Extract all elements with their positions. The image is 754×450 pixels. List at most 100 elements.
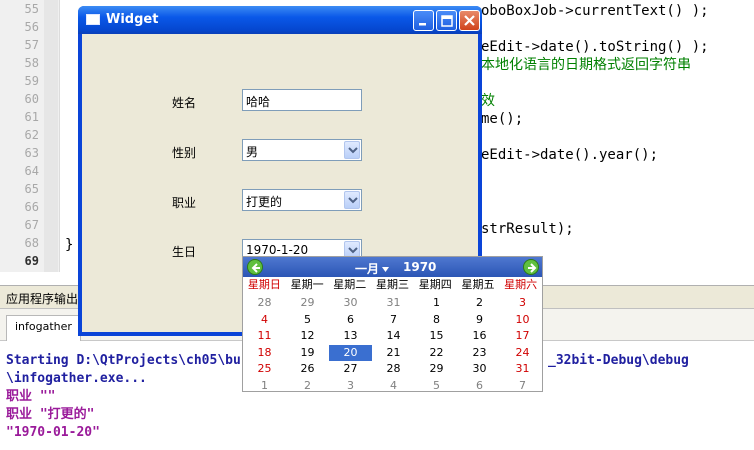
calendar-day[interactable]: 28: [243, 295, 286, 312]
window-icon: [86, 14, 100, 25]
calendar-navigation-bar: 一月 1970: [243, 257, 542, 277]
calendar-day[interactable]: 17: [501, 328, 544, 345]
calendar-day[interactable]: 30: [458, 361, 501, 378]
fold-strip: [44, 0, 58, 272]
weekday-label: 星期三: [376, 278, 410, 291]
calendar-day[interactable]: 5: [415, 378, 458, 395]
code-line: strResult);: [481, 221, 574, 237]
calendar-day[interactable]: 22: [415, 345, 458, 362]
calendar-day[interactable]: 5: [286, 312, 329, 329]
output-line: \infogather.exe...: [6, 371, 147, 386]
calendar-month-selector[interactable]: 一月: [355, 260, 379, 277]
job-combobox[interactable]: 打更的: [242, 189, 362, 211]
calendar-day[interactable]: 31: [501, 361, 544, 378]
calendar-day[interactable]: 1: [415, 295, 458, 312]
line-number: 68: [24, 236, 39, 250]
close-button[interactable]: [459, 10, 480, 31]
weekday-label: 星期日: [247, 278, 281, 291]
code-line: oboBoxJob->currentText() );: [481, 3, 709, 19]
calendar-day[interactable]: 19: [286, 345, 329, 362]
calendar-day[interactable]: 18: [243, 345, 286, 362]
birthday-date-value: 1970-1-20: [246, 243, 309, 257]
calendar-day[interactable]: 26: [286, 361, 329, 378]
birthday-label: 生日: [172, 245, 197, 259]
calendar-year-selector[interactable]: 1970: [403, 260, 436, 274]
line-number: 65: [24, 182, 39, 196]
calendar-day[interactable]: 1: [243, 378, 286, 395]
calendar-day[interactable]: 10: [501, 312, 544, 329]
month-dropdown-icon: [382, 267, 389, 272]
weekday-label: 星期六: [504, 278, 538, 291]
calendar-day-selected[interactable]: 20: [329, 344, 372, 361]
name-input-value: 哈哈: [246, 95, 271, 109]
calendar-day[interactable]: 4: [372, 378, 415, 395]
gender-dropdown-button[interactable]: [344, 141, 360, 159]
line-number: 67: [24, 218, 39, 232]
code-closing-brace: }: [65, 237, 74, 253]
maximize-button[interactable]: [436, 10, 457, 31]
code-line: eEdit->date().toString() );: [481, 39, 709, 55]
calendar-day[interactable]: 31: [372, 295, 415, 312]
next-month-button[interactable]: [523, 259, 539, 275]
calendar-day[interactable]: 6: [458, 378, 501, 395]
name-input[interactable]: 哈哈: [242, 89, 362, 111]
calendar-day[interactable]: 9: [458, 312, 501, 329]
previous-month-button[interactable]: [247, 259, 263, 275]
line-number-current: 69: [24, 254, 39, 268]
calendar-day[interactable]: 30: [329, 295, 372, 312]
minimize-button[interactable]: [413, 10, 434, 31]
calendar-day[interactable]: 3: [501, 295, 544, 312]
line-number: 60: [24, 92, 39, 106]
calendar-day[interactable]: 2: [286, 378, 329, 395]
gender-combobox[interactable]: 男: [242, 139, 362, 161]
line-number: 58: [24, 56, 39, 70]
calendar-week: 18 19 20 21 22 23 24: [243, 344, 544, 362]
calendar-day[interactable]: 6: [329, 312, 372, 329]
calendar-day[interactable]: 7: [372, 312, 415, 329]
line-number: 63: [24, 146, 39, 160]
calendar-weekday-header: 星期日 星期一 星期二 星期三 星期四 星期五 星期六: [243, 277, 542, 293]
calendar-day[interactable]: 3: [329, 378, 372, 395]
calendar-day[interactable]: 28: [372, 361, 415, 378]
calendar-day[interactable]: 4: [243, 312, 286, 329]
code-comment: 本地化语言的日期格式返回字符串: [481, 57, 691, 73]
calendar-day[interactable]: 25: [243, 361, 286, 378]
gender-combobox-value: 男: [246, 145, 259, 159]
calendar-day[interactable]: 23: [458, 345, 501, 362]
output-line: "1970-01-20": [6, 425, 100, 440]
job-dropdown-button[interactable]: [344, 191, 360, 209]
code-line: me();: [481, 111, 524, 127]
line-number-gutter: 55 56 57 58 59 60 61 62 63 64 65 66 67 6…: [0, 0, 60, 272]
weekday-label: 星期四: [418, 278, 452, 291]
calendar-day[interactable]: 27: [329, 361, 372, 378]
calendar-day[interactable]: 24: [501, 345, 544, 362]
output-tab-infogather[interactable]: infogather: [6, 315, 81, 341]
minimize-icon: [419, 23, 426, 26]
calendar-day[interactable]: 16: [458, 328, 501, 345]
chevron-down-icon: [348, 147, 358, 154]
arrow-right-icon: [528, 263, 537, 273]
calendar-day[interactable]: 21: [372, 345, 415, 362]
code-line: eEdit->date().year();: [481, 147, 659, 163]
calendar-week: 25 26 27 28 29 30 31: [243, 361, 544, 378]
window-titlebar[interactable]: Widget: [78, 6, 482, 34]
calendar-day[interactable]: 12: [286, 328, 329, 345]
calendar-day[interactable]: 29: [415, 361, 458, 378]
calendar-day[interactable]: 8: [415, 312, 458, 329]
job-label: 职业: [172, 196, 197, 210]
calendar-day[interactable]: 7: [501, 378, 544, 395]
calendar-day[interactable]: 2: [458, 295, 501, 312]
gender-label: 性别: [172, 146, 197, 160]
output-line: _32bit-Debug\debug: [548, 353, 689, 368]
calendar-day[interactable]: 14: [372, 328, 415, 345]
line-number: 59: [24, 74, 39, 88]
calendar-day[interactable]: 15: [415, 328, 458, 345]
calendar-day[interactable]: 11: [243, 328, 286, 345]
line-number: 56: [24, 20, 39, 34]
calendar-day[interactable]: 29: [286, 295, 329, 312]
chevron-down-icon: [348, 247, 358, 254]
line-number: 61: [24, 110, 39, 124]
output-line: 职业 "": [6, 389, 56, 404]
output-pane-title: 应用程序输出: [6, 292, 79, 306]
calendar-day[interactable]: 13: [329, 328, 372, 345]
